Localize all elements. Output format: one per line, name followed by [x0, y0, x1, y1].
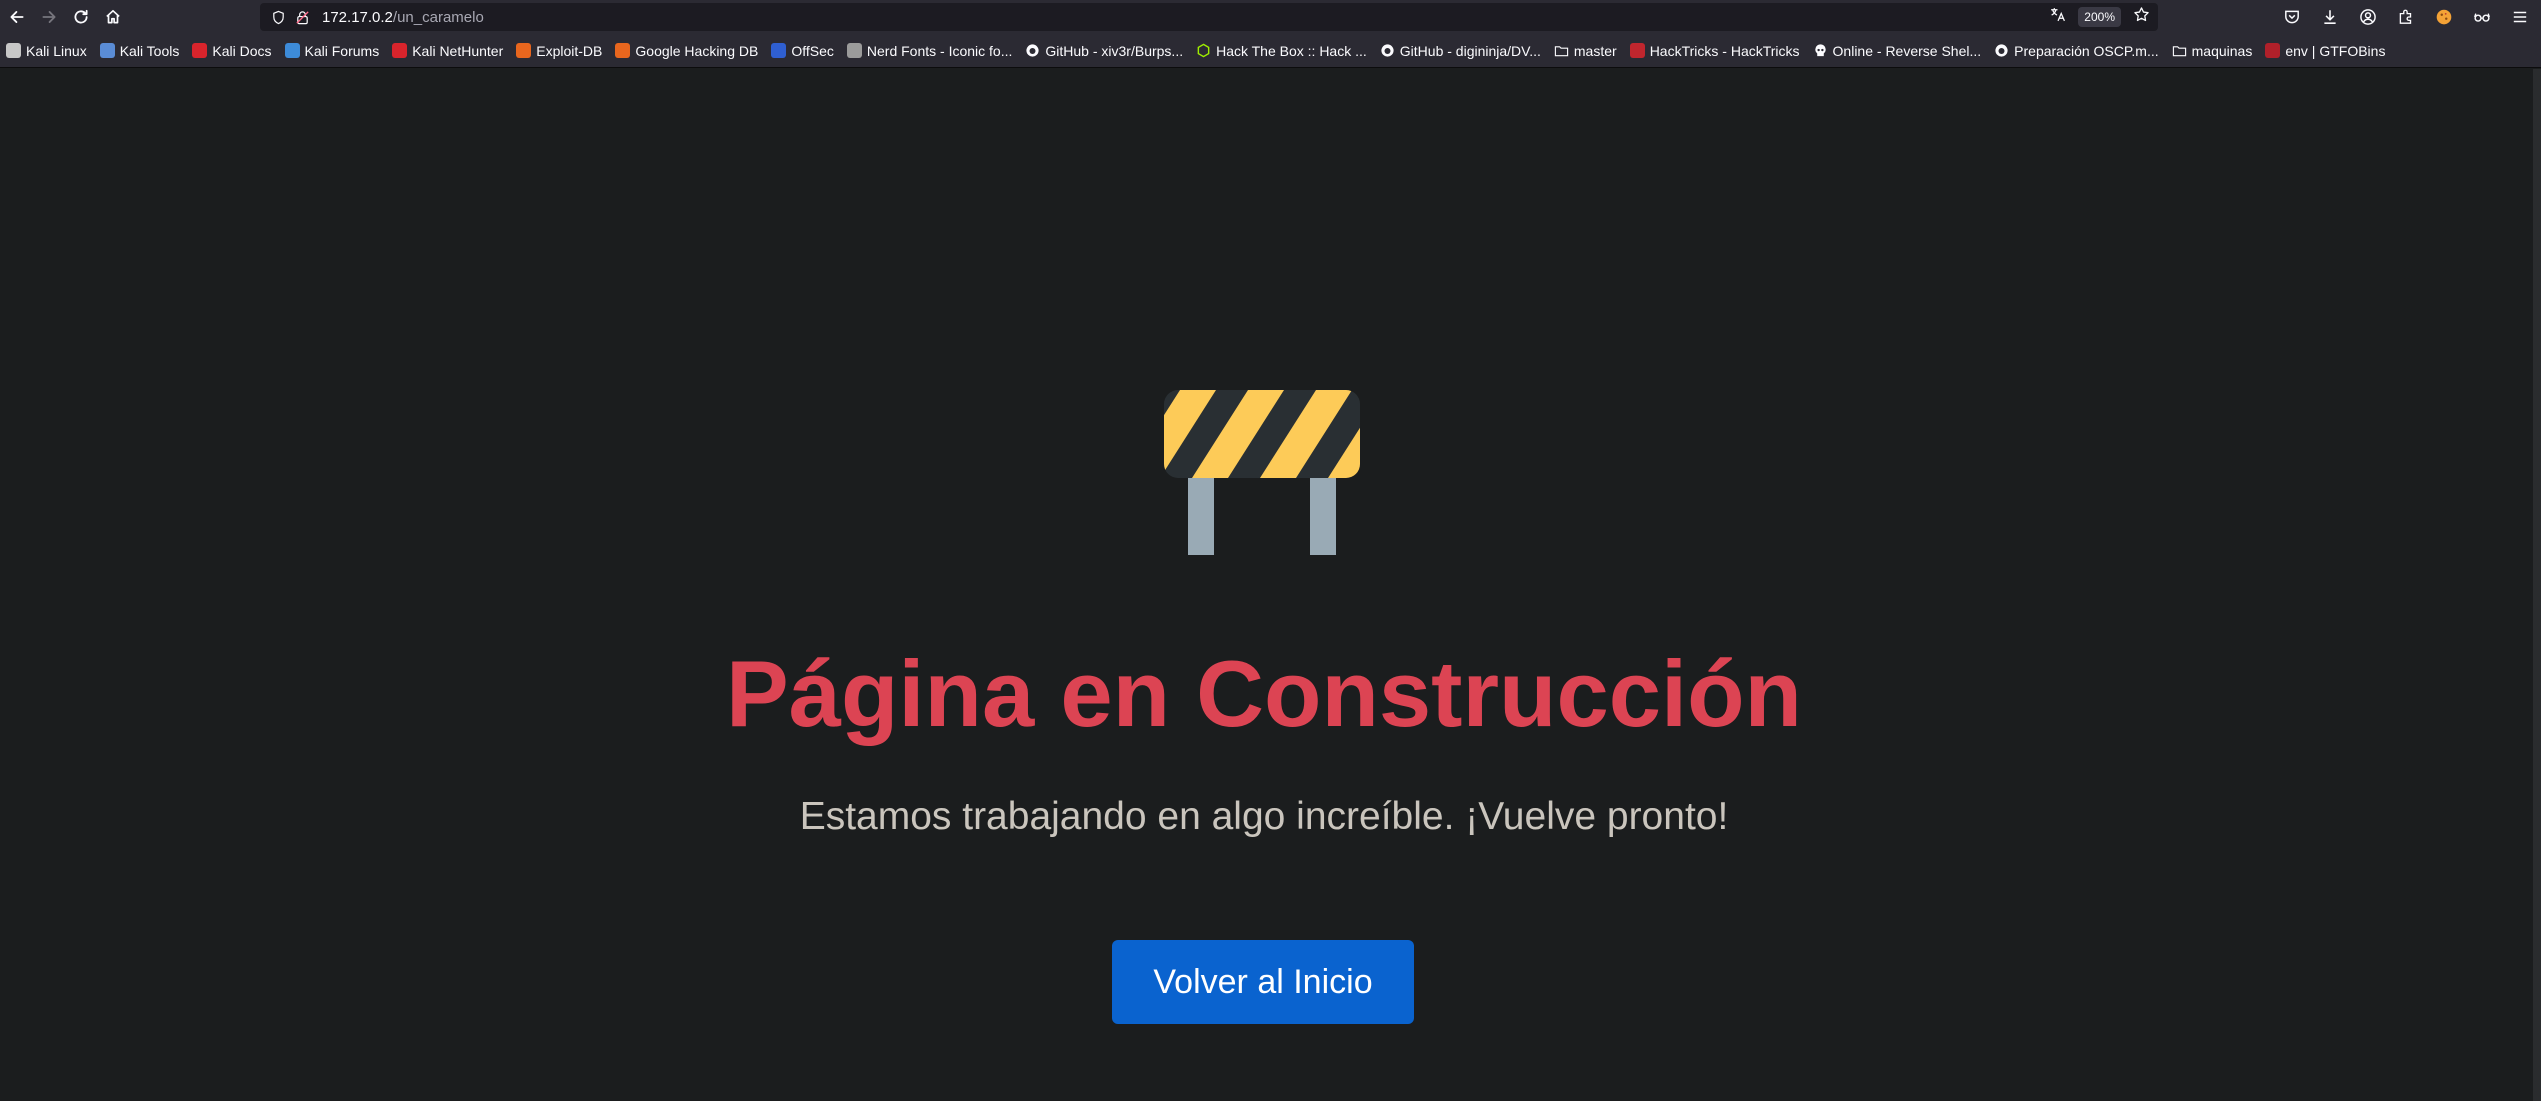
hamburger-menu-icon	[2513, 11, 2527, 23]
download-icon	[2324, 10, 2336, 24]
account-button[interactable]	[2353, 2, 2383, 32]
shield-icon[interactable]	[270, 9, 286, 25]
bookmark-label: Hack The Box :: Hack ...	[1216, 42, 1367, 59]
puzzle-icon	[2399, 9, 2412, 24]
hacktricks-icon	[1629, 43, 1645, 58]
bookmark-label: Kali NetHunter	[412, 42, 504, 59]
construction-barrier-icon	[1164, 390, 1360, 555]
bookmark-label: GitHub - xiv3r/Burps...	[1045, 42, 1184, 59]
offsec-icon	[771, 43, 787, 58]
kali-icon	[6, 43, 21, 58]
bookmark-item[interactable]: env | GTFOBins	[2265, 38, 2385, 64]
extension-cookie-button[interactable]	[2429, 2, 2459, 32]
reload-icon	[74, 9, 88, 24]
bookmark-label: Nerd Fonts - Iconic fo...	[866, 42, 1013, 59]
bookmark-star-icon[interactable]	[2133, 6, 2150, 28]
downloads-button[interactable]	[2315, 2, 2345, 32]
extensions-button[interactable]	[2391, 2, 2421, 32]
bookmark-item[interactable]: GitHub - digininja/DV...	[1380, 38, 1541, 64]
extension-glasses-button[interactable]	[2467, 2, 2497, 32]
back-to-home-button[interactable]: Volver al Inicio	[1112, 940, 1414, 1024]
zoom-level-badge[interactable]: 200%	[2078, 7, 2121, 27]
barrier-board	[1164, 390, 1360, 478]
home-button[interactable]	[98, 2, 128, 32]
forward-arrow-icon	[42, 11, 56, 23]
bookmark-item[interactable]: GitHub - xiv3r/Burps...	[1025, 38, 1183, 64]
barrier-post-right	[1310, 476, 1336, 555]
bookmark-label: maquinas	[2191, 42, 2253, 59]
translate-icon[interactable]	[2049, 6, 2066, 28]
bookmark-item[interactable]: Google Hacking DB	[615, 38, 758, 64]
toolbar-right-group	[2277, 2, 2535, 32]
bookmark-item[interactable]: master	[1554, 38, 1617, 64]
exploit-db-icon	[516, 43, 532, 58]
insecure-lock-icon[interactable]	[294, 9, 310, 25]
github-icon	[1025, 43, 1040, 58]
bookmark-item[interactable]: Nerd Fonts - Iconic fo...	[846, 38, 1013, 64]
bookmark-item[interactable]: Kali Tools	[99, 38, 180, 64]
bookmark-label: Google Hacking DB	[635, 42, 759, 59]
bookmark-item[interactable]: maquinas	[2172, 38, 2253, 64]
pocket-button[interactable]	[2277, 2, 2307, 32]
bookmark-item[interactable]: Kali Forums	[284, 38, 380, 64]
bookmarks-toolbar: Kali Linux Kali Tools Kali Docs Kali Forums…	[0, 34, 2541, 68]
bookmark-label: Kali Linux	[26, 42, 87, 59]
bookmark-label: HackTricks - HackTricks	[1649, 42, 1800, 59]
bookmark-label: OffSec	[791, 42, 834, 59]
bookmark-item[interactable]: Hack The Box :: Hack ...	[1196, 38, 1367, 64]
hackthebox-icon	[1196, 43, 1211, 58]
bookmark-label: env | GTFOBins	[2285, 42, 2386, 59]
nerd-fonts-icon	[846, 43, 862, 58]
url-path: /un_caramelo	[392, 8, 484, 26]
app-menu-button[interactable]	[2505, 2, 2535, 32]
back-arrow-icon	[10, 11, 24, 23]
forward-button[interactable]	[34, 2, 64, 32]
bookmark-item[interactable]: Preparación OSCP.m...	[1994, 38, 2159, 64]
bookmark-label: Preparación OSCP.m...	[2014, 42, 2159, 59]
bookmark-label: Exploit-DB	[536, 42, 603, 59]
account-icon	[2360, 9, 2376, 25]
nethunter-icon	[392, 43, 408, 58]
barrier-post-left	[1188, 476, 1214, 555]
home-icon	[106, 9, 120, 24]
ghdb-icon	[615, 43, 631, 58]
url-text[interactable]: 172.17.0.2/un_caramelo	[322, 9, 484, 26]
pocket-icon	[2285, 10, 2299, 24]
bookmark-label: Kali Docs	[212, 42, 272, 59]
bookmark-label: Kali Tools	[119, 42, 180, 59]
bookmark-label: Kali Forums	[304, 42, 380, 59]
browser-toolbar: 172.17.0.2/un_caramelo 200%	[0, 0, 2541, 34]
cookie-extension-icon	[2436, 9, 2452, 25]
kali-docs-icon	[192, 43, 208, 58]
github-icon	[1994, 43, 2009, 58]
skull-icon	[1813, 43, 1828, 58]
page-subtitle: Estamos trabajando en algo increíble. ¡V…	[799, 795, 1729, 838]
url-host: 172.17.0.2	[322, 8, 393, 26]
github-icon	[1380, 43, 1395, 58]
bookmark-label: Online - Reverse Shel...	[1832, 42, 1982, 59]
bookmark-item[interactable]: Kali Docs	[192, 38, 272, 64]
kali-tools-icon	[99, 43, 115, 58]
bookmark-item[interactable]: Exploit-DB	[516, 38, 602, 64]
bookmark-item[interactable]: Kali NetHunter	[392, 38, 503, 64]
reload-button[interactable]	[66, 2, 96, 32]
scrollbar-track[interactable]	[2533, 69, 2541, 1101]
kali-forums-icon	[284, 43, 300, 58]
folder-icon	[2172, 43, 2187, 58]
bookmark-label: GitHub - digininja/DV...	[1399, 42, 1541, 59]
bookmark-item[interactable]: Kali Linux	[6, 38, 87, 64]
bookmark-item[interactable]: Online - Reverse Shel...	[1813, 38, 1982, 64]
gtfobins-icon	[2265, 43, 2281, 58]
back-button[interactable]	[2, 2, 32, 32]
bookmark-item[interactable]: OffSec	[771, 38, 834, 64]
bookmark-item[interactable]: HackTricks - HackTricks	[1629, 38, 1800, 64]
bookmark-label: master	[1573, 42, 1617, 59]
page-title: Página en Construcción	[726, 641, 1802, 746]
folder-icon	[1554, 43, 1569, 58]
glasses-extension-icon	[2474, 13, 2490, 22]
address-bar[interactable]: 172.17.0.2/un_caramelo 200%	[260, 3, 2158, 31]
